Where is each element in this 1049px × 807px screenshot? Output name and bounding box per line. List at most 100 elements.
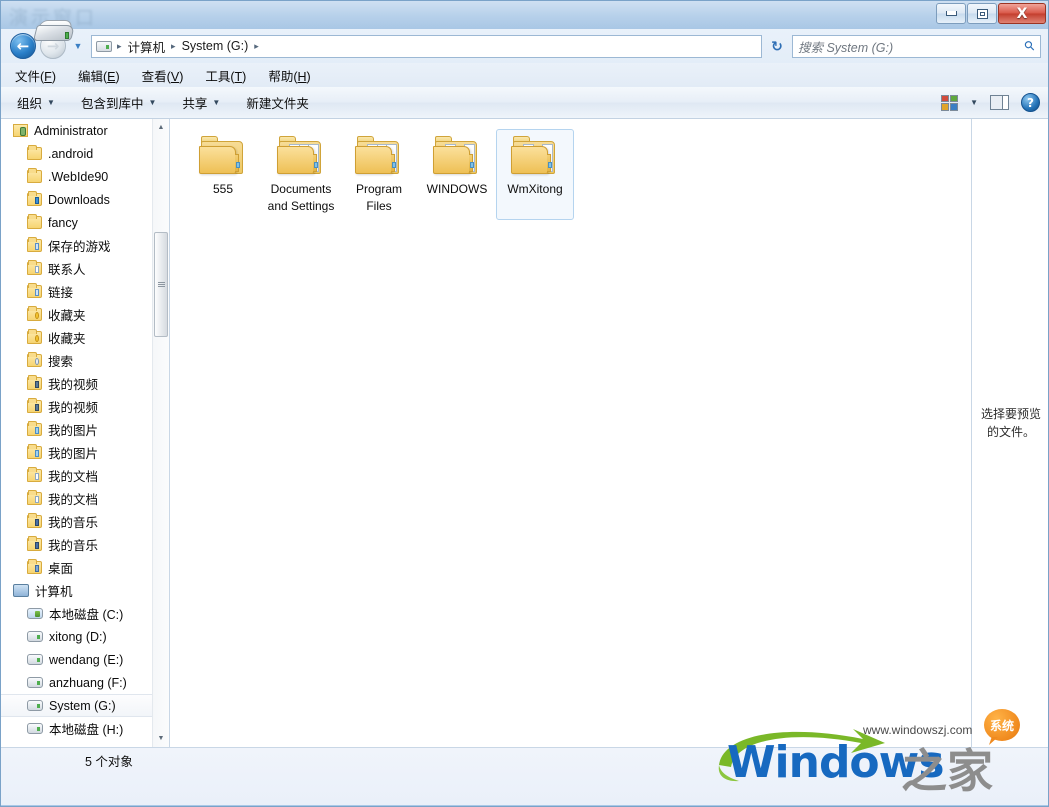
favorites-folder-icon: [27, 306, 42, 321]
file-list-pane[interactable]: 555 Documents and Settings Program Files WI…: [170, 119, 1048, 747]
menu-item-1[interactable]: 编辑(E): [78, 66, 120, 85]
sidebar-item-19[interactable]: 桌面: [1, 556, 169, 579]
file-item-label: Program Files: [355, 182, 402, 213]
sidebar-item-9[interactable]: 收藏夹: [1, 326, 169, 349]
minimize-button[interactable]: [936, 3, 966, 24]
breadcrumb-item-computer[interactable]: 计算机: [125, 37, 169, 56]
chevron-down-icon: ▼: [212, 98, 221, 107]
sidebar-item-label: .android: [48, 146, 94, 161]
sidebar-item-15[interactable]: 我的文档: [1, 464, 169, 487]
close-button[interactable]: X: [998, 3, 1046, 24]
drive-icon: [96, 40, 112, 52]
sidebar-item-13[interactable]: 我的图片: [1, 418, 169, 441]
organize-button[interactable]: 组织 ▼: [17, 93, 55, 112]
maximize-button[interactable]: [967, 3, 997, 24]
menu-label: 编辑(E): [77, 69, 120, 84]
folder-docs-icon: [433, 136, 481, 176]
sidebar-item-0[interactable]: Administrator: [1, 119, 169, 142]
sidebar-item-label: 本地磁盘 (C:): [49, 608, 124, 622]
system-drive-icon: [27, 608, 43, 619]
sidebar-item-label: 桌面: [48, 562, 74, 576]
videos-folder-icon: [27, 398, 42, 413]
menu-label: 查看(V): [141, 69, 184, 84]
breadcrumb-item-system-g[interactable]: System (G:): [179, 39, 252, 53]
file-item-0[interactable]: 555: [184, 129, 262, 220]
maximize-icon: [976, 8, 988, 19]
new-folder-label: 新建文件夹: [246, 97, 309, 111]
preview-pane: 选择要预览的文件。: [971, 119, 1048, 747]
sidebar-item-26[interactable]: 本地磁盘 (H:): [1, 717, 169, 740]
sidebar-item-4[interactable]: fancy: [1, 211, 169, 234]
window-controls: X: [936, 3, 1046, 24]
sidebar-item-12[interactable]: 我的视频: [1, 395, 169, 418]
sidebar-item-17[interactable]: 我的音乐: [1, 510, 169, 533]
saved-games-folder-icon: [27, 237, 42, 252]
sidebar-item-20[interactable]: 计算机: [1, 579, 169, 602]
status-drive-icon: [33, 19, 75, 45]
sidebar-item-2[interactable]: .WebIde90: [1, 165, 169, 188]
drive-icon: [27, 631, 43, 642]
folder-docs-icon: [511, 136, 559, 176]
sidebar-item-24[interactable]: anzhuang (F:): [1, 671, 169, 694]
include-in-library-button[interactable]: 包含到库中 ▼: [81, 93, 156, 112]
sidebar-item-8[interactable]: 收藏夹: [1, 303, 169, 326]
folder-icon: [27, 145, 42, 160]
downloads-folder-icon: [27, 191, 42, 206]
file-item-2[interactable]: Program Files: [340, 129, 418, 220]
file-item-label: Documents and Settings: [267, 182, 335, 213]
breadcrumb-separator-2[interactable]: ▸: [251, 41, 262, 52]
navigation-pane[interactable]: Administrator .android .WebIde90 Downloads f…: [1, 119, 170, 747]
sidebar-item-5[interactable]: 保存的游戏: [1, 234, 169, 257]
command-toolbar: 组织 ▼ 包含到库中 ▼ 共享 ▼ 新建文件夹 ▼ ?: [1, 87, 1048, 119]
share-label: 共享: [182, 97, 208, 111]
menu-item-3[interactable]: 工具(T): [205, 66, 246, 85]
sidebar-item-10[interactable]: 搜索: [1, 349, 169, 372]
sidebar-item-label: xitong (D:): [49, 629, 107, 644]
videos-folder-icon: [27, 375, 42, 390]
help-icon[interactable]: ?: [1021, 93, 1040, 112]
sidebar-item-label: 保存的游戏: [48, 240, 111, 254]
sidebar-item-14[interactable]: 我的图片: [1, 441, 169, 464]
sidebar-item-21[interactable]: 本地磁盘 (C:): [1, 602, 169, 625]
view-chevron-down-icon[interactable]: ▼: [970, 98, 978, 107]
sidebar-item-23[interactable]: wendang (E:): [1, 648, 169, 671]
breadcrumb[interactable]: ▸ 计算机 ▸ System (G:) ▸: [91, 34, 762, 58]
change-view-icon[interactable]: [941, 94, 959, 111]
sidebar-item-1[interactable]: .android: [1, 142, 169, 165]
scroll-down-arrow-icon[interactable]: ▼: [153, 730, 169, 747]
close-icon: X: [1016, 5, 1028, 22]
sidebar-item-7[interactable]: 链接: [1, 280, 169, 303]
file-item-label: 555: [212, 182, 234, 196]
menu-item-0[interactable]: 文件(F): [15, 66, 56, 85]
menu-item-2[interactable]: 查看(V): [142, 66, 184, 85]
sidebar-item-label: 我的音乐: [48, 516, 99, 530]
sidebar-item-3[interactable]: Downloads: [1, 188, 169, 211]
preview-pane-toggle-icon[interactable]: [990, 95, 1009, 110]
sidebar-item-22[interactable]: xitong (D:): [1, 625, 169, 648]
desktop-folder-icon: [27, 559, 42, 574]
minimize-icon: [945, 11, 957, 16]
sidebar-item-label: Administrator: [34, 123, 108, 138]
sidebar-item-16[interactable]: 我的文档: [1, 487, 169, 510]
sidebar-item-25[interactable]: System (G:): [1, 694, 169, 717]
file-item-4[interactable]: WmXitong: [496, 129, 574, 220]
scrollbar-thumb[interactable]: [154, 232, 168, 337]
file-item-3[interactable]: WINDOWS: [418, 129, 496, 220]
sidebar-item-11[interactable]: 我的视频: [1, 372, 169, 395]
menu-item-4[interactable]: 帮助(H): [268, 66, 310, 85]
sidebar-item-6[interactable]: 联系人: [1, 257, 169, 280]
refresh-button[interactable]: ↻: [764, 35, 790, 58]
sidebar-scrollbar[interactable]: ▲ ▼: [152, 119, 169, 747]
title-bar: 演示窗口 X: [1, 1, 1048, 29]
documents-folder-icon: [27, 490, 42, 505]
file-item-1[interactable]: Documents and Settings: [262, 129, 340, 220]
sidebar-item-label: 计算机: [35, 585, 73, 599]
share-button[interactable]: 共享 ▼: [182, 93, 220, 112]
sidebar-item-18[interactable]: 我的音乐: [1, 533, 169, 556]
new-folder-button[interactable]: 新建文件夹: [246, 93, 309, 112]
search-input[interactable]: 搜索 System (G:) ⚲: [792, 34, 1041, 58]
drive-icon: [27, 654, 43, 665]
explorer-window: 演示窗口 X ← → ▼ ▸ 计算机 ▸ System (G:) ▸ ↻ 搜索 …: [0, 0, 1049, 807]
folder-icon: [27, 214, 42, 229]
scroll-up-arrow-icon[interactable]: ▲: [153, 119, 169, 136]
